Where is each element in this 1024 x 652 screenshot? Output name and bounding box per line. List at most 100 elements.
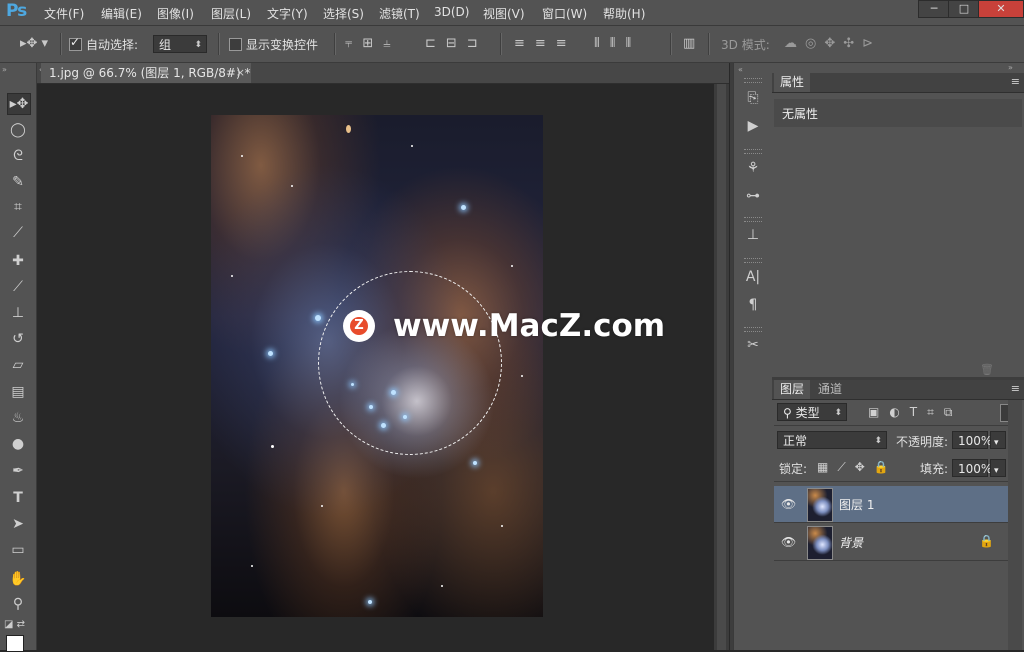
menu-help[interactable]: 帮助(H) <box>603 5 645 22</box>
panel-grip[interactable] <box>744 217 762 222</box>
fill-input[interactable]: 100% <box>952 459 992 477</box>
crop-tool-icon[interactable]: ⌗ <box>7 197 29 217</box>
history-panel-icon[interactable]: ⎘ <box>742 88 764 108</box>
menu-select[interactable]: 选择(S) <box>323 5 364 22</box>
brush-tool-icon[interactable]: ⟋ <box>7 277 29 297</box>
menu-file[interactable]: 文件(F) <box>44 5 84 22</box>
distribute-vertical-icons[interactable]: ≡≡≡ <box>514 36 577 51</box>
auto-align-icon[interactable]: ▥ <box>683 36 695 51</box>
auto-select-checkbox[interactable] <box>69 35 82 51</box>
tool-presets-icon[interactable]: ✂ <box>742 335 764 355</box>
panel-grip[interactable] <box>744 149 762 154</box>
distribute-horizontal-icons[interactable]: ⦀⦀⦀ <box>594 36 641 51</box>
tab-layers[interactable]: 图层 <box>774 380 811 399</box>
star <box>321 505 323 507</box>
dropdown-caret-icon: ⬍ <box>194 40 202 50</box>
layer-row[interactable]: 👁 图层 1 <box>774 486 1008 523</box>
opacity-input[interactable]: 100% <box>952 431 992 449</box>
menu-3d[interactable]: 3D(D) <box>434 5 469 19</box>
paragraph-panel-icon[interactable]: ¶ <box>742 295 764 315</box>
layer-filter-dropdown[interactable]: ⚲ 类型 ⬍ <box>777 403 847 421</box>
rectangle-tool-icon[interactable]: ▭ <box>7 540 29 560</box>
panel-grip[interactable] <box>744 327 762 332</box>
watermark-text: www.MacZ.com <box>393 308 666 344</box>
menu-filter[interactable]: 滤镜(T) <box>379 5 420 22</box>
lock-options-icons[interactable]: ▦⟋✥🔒 <box>817 460 898 475</box>
panel-menu-icon[interactable]: ≡ <box>1011 75 1020 88</box>
opacity-dropdown-button[interactable]: ▾ <box>990 431 1006 449</box>
menu-view[interactable]: 视图(V) <box>483 5 525 22</box>
hand-tool-icon[interactable]: ✋ <box>7 569 29 589</box>
layer-thumbnail <box>807 526 833 560</box>
move-tool-preset-icon[interactable]: ▸✥ ▾ <box>20 36 48 51</box>
menu-edit[interactable]: 编辑(E) <box>101 5 142 22</box>
fill-value: 100% <box>958 462 993 476</box>
panel-grip[interactable] <box>744 258 762 263</box>
star <box>271 445 274 448</box>
pen-tool-icon[interactable]: ✒ <box>7 461 29 481</box>
history-brush-icon[interactable]: ↺ <box>7 329 29 349</box>
foreground-color-swatch[interactable] <box>6 635 24 652</box>
menu-layer[interactable]: 图层(L) <box>211 5 251 22</box>
brush-presets-icon[interactable]: ⊶ <box>742 186 764 206</box>
expand-arrows-icon[interactable]: « <box>738 65 743 74</box>
zoom-tool-icon[interactable]: ⚲ <box>7 594 29 614</box>
maximize-button[interactable]: □ <box>948 0 980 18</box>
collapsed-panel-dock: « ⎘ ▶ ⚘ ⊶ ⊥ A| ¶ ✂ <box>733 63 773 650</box>
menu-window[interactable]: 窗口(W) <box>542 5 587 22</box>
type-tool-icon[interactable]: T <box>7 488 29 508</box>
swap-colors-icon[interactable]: ◪ ⇄ <box>4 619 25 630</box>
panel-grip[interactable] <box>744 78 762 83</box>
document-tab[interactable]: 1.jpg @ 66.7% (图层 1, RGB/8#) * × <box>41 63 251 83</box>
align-top-middle-bottom-icons[interactable]: ⫧⊞⫨ <box>345 36 401 51</box>
star <box>461 205 466 210</box>
quick-select-icon[interactable]: ✎ <box>7 172 29 192</box>
tab-properties[interactable]: 属性 <box>774 73 811 92</box>
star <box>241 155 243 157</box>
clone-stamp-icon[interactable]: ⊥ <box>7 303 29 323</box>
trash-icon[interactable]: 🗑 <box>980 363 994 376</box>
align-left-center-right-icons[interactable]: ⊏⊟⊐ <box>425 36 488 51</box>
dodge-tool-icon[interactable]: ● <box>7 434 29 454</box>
character-panel-icon[interactable]: A| <box>742 267 764 287</box>
show-transform-checkbox[interactable] <box>229 38 242 51</box>
minimize-button[interactable]: ─ <box>918 0 950 18</box>
auto-select-dropdown[interactable]: 组 ⬍ <box>153 35 207 53</box>
lasso-tool-icon[interactable]: ᘓ <box>7 146 29 166</box>
blend-mode-dropdown[interactable]: 正常 ⬍ <box>777 431 887 449</box>
collapse-arrows-icon[interactable]: » <box>2 65 7 74</box>
healing-brush-icon[interactable]: ✚ <box>7 251 29 271</box>
eraser-icon[interactable]: ▱ <box>7 355 29 375</box>
panel-menu-icon[interactable]: ≡ <box>1011 382 1020 395</box>
clone-source-icon[interactable]: ⊥ <box>742 225 764 245</box>
ellipse-selection-marquee[interactable] <box>318 271 502 455</box>
collapse-arrows-icon[interactable]: » <box>1008 63 1013 72</box>
path-select-icon[interactable]: ➤ <box>7 514 29 534</box>
3d-mode-icons[interactable]: ☁◎✥✣⊳ <box>784 36 881 51</box>
scrollbar-thumb[interactable] <box>717 84 726 650</box>
eyedropper-icon[interactable]: ⟋ <box>7 223 29 243</box>
blur-tool-icon[interactable]: ♨ <box>7 408 29 428</box>
blend-mode-value: 正常 <box>783 434 808 448</box>
visibility-eye-icon[interactable]: 👁 <box>781 535 796 549</box>
star <box>511 265 513 267</box>
visibility-eye-icon[interactable]: 👁 <box>781 497 796 511</box>
actions-panel-icon[interactable]: ▶ <box>742 116 764 136</box>
move-tool-icon[interactable]: ▸✥ <box>7 93 31 115</box>
divider <box>774 425 1022 426</box>
divider <box>708 33 710 55</box>
vertical-scrollbar[interactable] <box>714 84 729 650</box>
fill-dropdown-button[interactable]: ▾ <box>990 459 1006 477</box>
menu-type[interactable]: 文字(Y) <box>267 5 308 22</box>
close-document-icon[interactable]: × <box>236 63 245 83</box>
right-panels: 属性 ≡ » 无属性 🗑 图层 通道 ≡ ⚲ 类型 ⬍ ▣◐T⌗⧉ 正常 ⬍ 不透明… <box>772 63 1024 650</box>
gradient-tool-icon[interactable]: ▤ <box>7 382 29 402</box>
tab-channels[interactable]: 通道 <box>812 380 848 399</box>
close-button[interactable]: ✕ <box>978 0 1024 18</box>
layers-scrollbar[interactable] <box>1008 400 1022 650</box>
layer-row[interactable]: 👁 背景 🔒 <box>774 524 1008 561</box>
brushes-panel-icon[interactable]: ⚘ <box>742 158 764 178</box>
layer-filter-icons[interactable]: ▣◐T⌗⧉ <box>868 405 962 420</box>
menu-image[interactable]: 图像(I) <box>157 5 194 22</box>
elliptical-marquee-icon[interactable]: ◯ <box>7 120 29 140</box>
